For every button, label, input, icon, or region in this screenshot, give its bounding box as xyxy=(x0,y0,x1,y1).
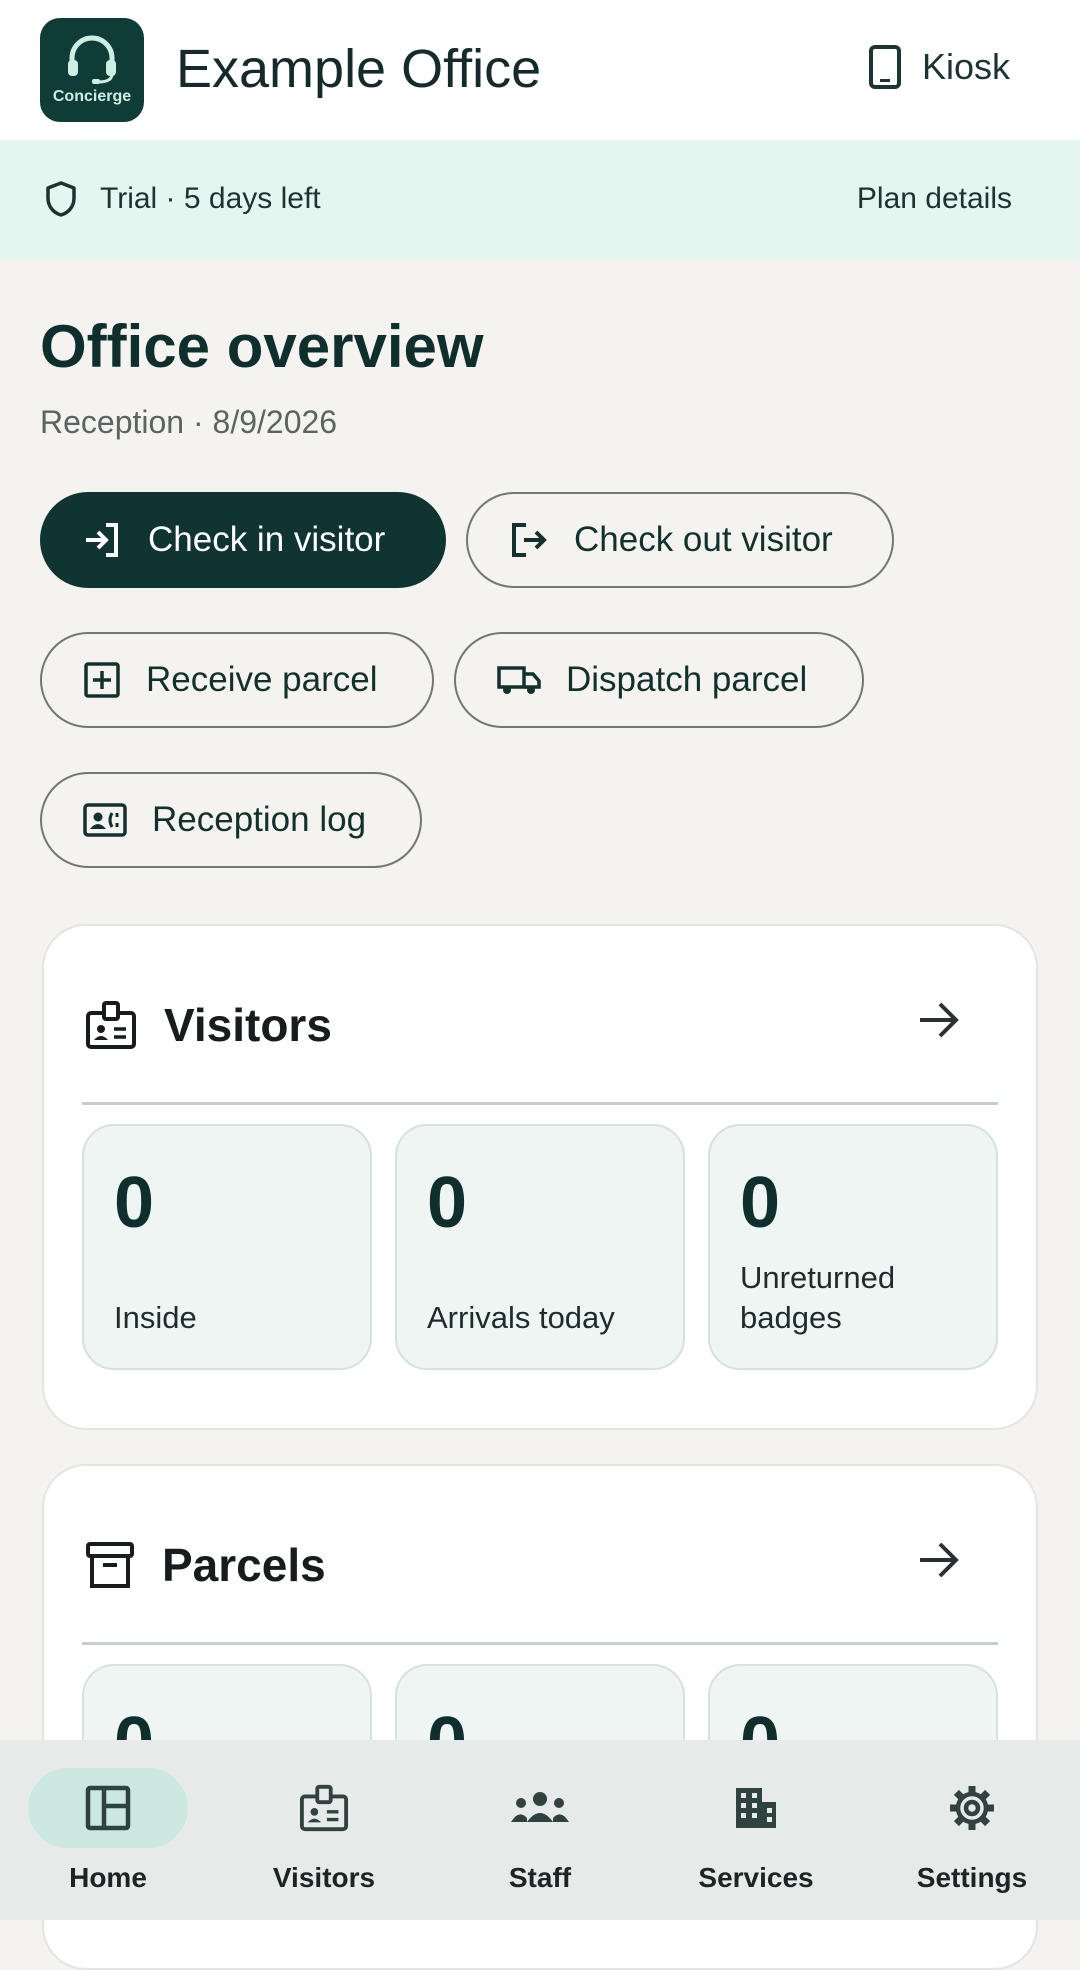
nav-item-settings[interactable]: Settings xyxy=(872,1768,1072,1908)
page-subtitle: Reception · 8/9/2026 xyxy=(40,404,338,440)
arrow-right-icon[interactable] xyxy=(916,1000,962,1040)
card-divider xyxy=(82,1102,998,1105)
stat-arrivals-today[interactable]: 0 Arrivals today xyxy=(395,1124,685,1370)
dispatch-parcel-label: Dispatch parcel xyxy=(566,660,808,699)
nav-label: Home xyxy=(69,1862,147,1893)
nav-label: Staff xyxy=(508,1862,572,1893)
nav-label: Services xyxy=(698,1862,814,1893)
check-in-label: Check in visitor xyxy=(148,520,386,559)
stat-label: Inside xyxy=(114,1300,197,1335)
trial-status: Trial · 5 days left xyxy=(100,182,321,215)
arrow-right-icon[interactable] xyxy=(916,1540,962,1580)
card-divider xyxy=(82,1642,998,1645)
shield-icon xyxy=(46,181,76,217)
visitor-badge-icon xyxy=(86,1001,136,1049)
bottom-navigation: Home Visitors Staff Services Settings xyxy=(0,1740,1080,1920)
stat-value: 0 xyxy=(114,1163,155,1243)
add-box-icon xyxy=(84,662,120,698)
kiosk-button[interactable]: Kiosk xyxy=(868,44,1010,90)
plan-details-link[interactable]: Plan details xyxy=(857,182,1012,216)
visitor-badge-icon xyxy=(299,1784,349,1832)
visitors-card-title: Visitors xyxy=(164,999,332,1051)
reception-log-label: Reception log xyxy=(152,800,367,839)
nav-label: Visitors xyxy=(272,1862,376,1893)
archive-box-icon xyxy=(86,1542,134,1588)
tablet-icon xyxy=(868,45,901,89)
visitors-card: Visitors 0 Inside 0 Arrivals today 0 Unr… xyxy=(42,924,1038,1430)
contact-card-icon xyxy=(83,803,127,837)
receive-parcel-label: Receive parcel xyxy=(146,660,378,699)
stat-label: Arrivals today xyxy=(427,1300,615,1335)
reception-log-button[interactable]: Reception log xyxy=(40,772,422,868)
dashboard-icon xyxy=(85,1785,131,1831)
kiosk-label: Kiosk xyxy=(921,46,1010,87)
parcels-card-title: Parcels xyxy=(162,1539,326,1591)
login-icon xyxy=(86,523,118,557)
trial-banner: Trial · 5 days left Plan details xyxy=(0,140,1080,260)
nav-item-home[interactable]: Home xyxy=(8,1768,208,1908)
stat-value: 0 xyxy=(740,1163,781,1243)
nav-label: Settings xyxy=(916,1862,1028,1893)
receive-parcel-button[interactable]: Receive parcel xyxy=(40,632,434,728)
stat-value: 0 xyxy=(427,1163,468,1243)
check-out-label: Check out visitor xyxy=(574,520,833,559)
office-name: Example Office xyxy=(176,39,542,99)
stat-unreturned-badges[interactable]: 0 Unreturned badges xyxy=(708,1124,998,1370)
check-in-visitor-button[interactable]: Check in visitor xyxy=(40,492,446,588)
group-icon xyxy=(511,1792,569,1822)
app-header: Concierge Example Office Kiosk xyxy=(0,0,1080,140)
page-title: Office overview xyxy=(40,313,484,380)
stat-label: Unreturned badges xyxy=(740,1260,896,1335)
nav-item-services[interactable]: Services xyxy=(656,1768,856,1908)
logo-text: Concierge xyxy=(52,88,132,105)
stat-inside[interactable]: 0 Inside xyxy=(82,1124,372,1370)
dispatch-parcel-button[interactable]: Dispatch parcel xyxy=(454,632,864,728)
building-icon xyxy=(736,1788,776,1828)
check-out-visitor-button[interactable]: Check out visitor xyxy=(466,492,894,588)
gear-icon xyxy=(950,1786,994,1830)
app-logo: Concierge xyxy=(40,18,144,122)
headset-icon xyxy=(68,35,116,84)
logout-icon xyxy=(512,523,547,557)
truck-icon xyxy=(497,666,541,694)
nav-item-staff[interactable]: Staff xyxy=(440,1768,640,1908)
nav-item-visitors[interactable]: Visitors xyxy=(224,1768,424,1908)
